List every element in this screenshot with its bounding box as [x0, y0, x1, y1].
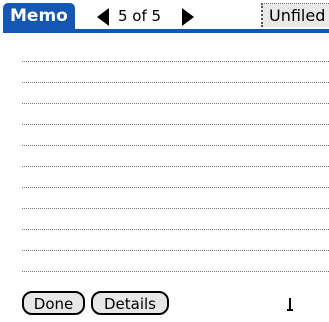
note-line — [22, 124, 329, 125]
note-line — [22, 208, 329, 209]
note-line — [22, 271, 329, 272]
memo-counter: 5 of 5 — [118, 7, 162, 25]
memo-screen: Memo 5 of 5 Unfiled Done Details — [0, 0, 329, 322]
previous-memo-icon[interactable] — [97, 8, 109, 26]
note-line — [22, 229, 329, 230]
note-line — [22, 187, 329, 188]
note-line — [22, 145, 329, 146]
note-line — [22, 166, 329, 167]
category-picker[interactable]: Unfiled — [261, 3, 329, 27]
next-memo-icon[interactable] — [182, 8, 194, 26]
note-line — [22, 82, 329, 83]
note-line — [22, 103, 329, 104]
details-button[interactable]: Details — [91, 291, 169, 315]
note-line — [22, 250, 329, 251]
title-underline — [3, 29, 329, 33]
text-cursor-icon — [287, 298, 293, 311]
note-line — [22, 61, 329, 62]
done-button[interactable]: Done — [22, 291, 85, 315]
memo-text-area[interactable] — [22, 40, 329, 288]
app-title: Memo — [3, 3, 75, 29]
